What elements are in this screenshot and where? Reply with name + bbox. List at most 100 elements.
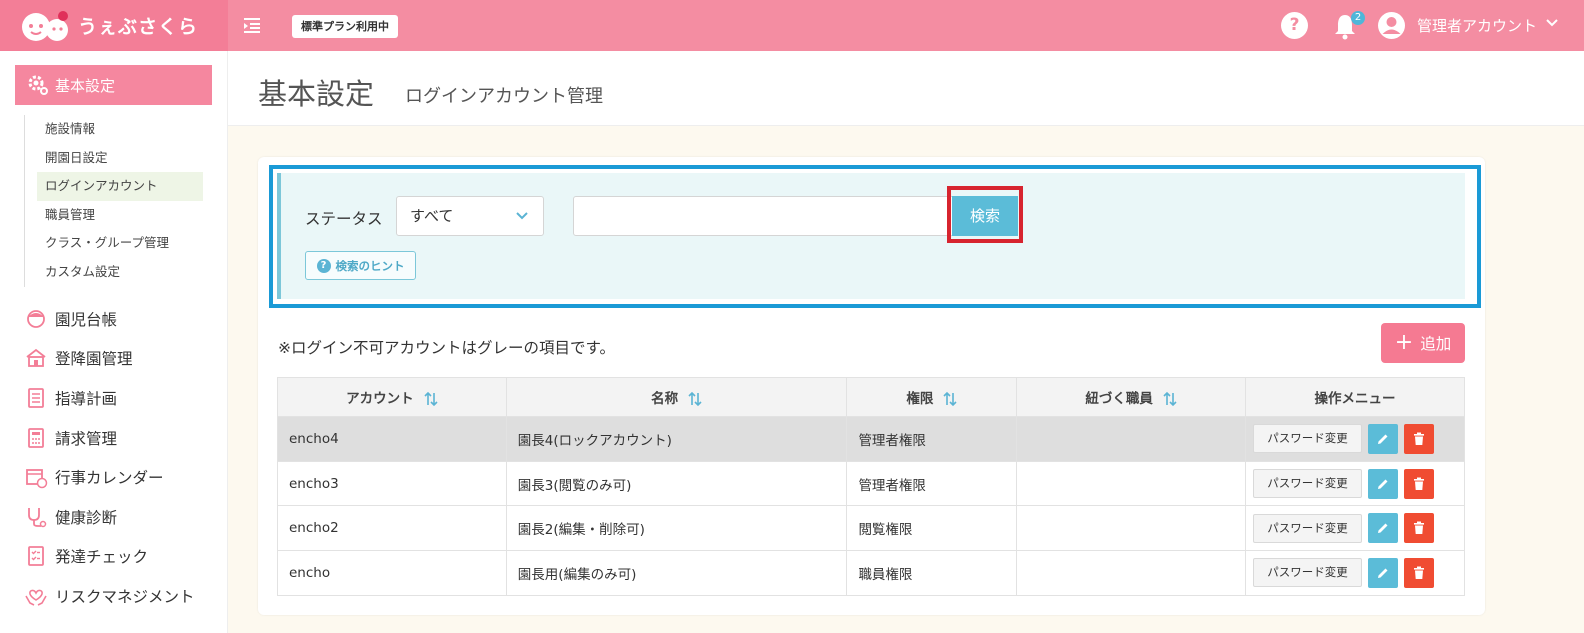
cell-account: encho4 — [277, 416, 507, 462]
change-password-button[interactable]: パスワード変更 — [1253, 424, 1363, 454]
child-icon — [27, 309, 45, 328]
sidebar-main-nav: 園児台帳 登降園管理 指導計画 請求管理 行事カレンダー 健康診断 発達チェック… — [24, 299, 224, 616]
checklist-icon — [28, 546, 44, 567]
edit-button[interactable] — [1368, 513, 1399, 544]
search-hint-label: 検索のヒント — [335, 258, 405, 273]
disabled-account-note: ※ログイン不可アカウントはグレーの項目です。 — [278, 339, 615, 357]
user-avatar-icon[interactable] — [1378, 12, 1405, 39]
cell-linked-staff — [1016, 505, 1247, 552]
sidebar-item-billing[interactable]: 請求管理 — [24, 418, 224, 458]
account-card: ステータス すべて 検索 ? 検索のヒント ※ログイン不可アカウントはグレーの項… — [258, 157, 1485, 615]
cell-role: 閲覧権限 — [846, 505, 1018, 552]
page-title-bar: 基本設定 ログインアカウント管理 — [228, 51, 1584, 126]
pencil-icon — [1378, 479, 1388, 489]
sidebar-item-basic-settings[interactable]: 基本設定 — [15, 65, 212, 105]
subnav-item-custom[interactable]: カスタム設定 — [25, 258, 204, 287]
subnav-item-login-account[interactable]: ログインアカウント — [37, 172, 203, 201]
user-menu-label[interactable]: 管理者アカウント — [1417, 15, 1537, 36]
pencil-icon — [1378, 434, 1388, 444]
edit-button[interactable] — [1368, 423, 1399, 454]
sidebar-item-guidance-plan[interactable]: 指導計画 — [24, 378, 224, 418]
delete-button[interactable] — [1404, 513, 1435, 544]
cell-name: 園長用(編集のみ可) — [505, 550, 848, 596]
status-select[interactable]: すべて — [396, 196, 544, 236]
cell-name: 園長4(ロックアカウント) — [505, 416, 848, 462]
sidebar-item-development-check[interactable]: 発達チェック — [24, 537, 224, 577]
cell-name: 園長3(閲覧のみ可) — [505, 460, 848, 507]
logo-mascot-icon — [22, 10, 68, 41]
column-header-label: 紐づく職員 — [1085, 391, 1153, 407]
search-hint-button[interactable]: ? 検索のヒント — [305, 251, 416, 280]
search-input[interactable] — [573, 196, 953, 236]
change-password-button[interactable]: パスワード変更 — [1253, 558, 1363, 588]
account-table: アカウント 名称 権限 紐づく職員 操作メニュー encho4 園長4(ロックア… — [277, 377, 1465, 596]
sort-icon[interactable] — [688, 391, 702, 407]
sidebar-item-label: 健康診断 — [55, 508, 118, 527]
sidebar-subnav: 施設情報 開園日設定 ログインアカウント 職員管理 クラス・グループ管理 カスタ… — [24, 115, 204, 287]
column-header-account[interactable]: アカウント — [277, 377, 507, 417]
plus-icon: + — [1394, 330, 1414, 355]
sort-icon[interactable] — [424, 391, 438, 407]
sidebar-item-label: 園児台帳 — [55, 310, 118, 329]
page-title: 基本設定 — [258, 77, 375, 111]
subnav-item-opening-days[interactable]: 開園日設定 — [25, 144, 204, 173]
sidebar-item-event-calendar[interactable]: 行事カレンダー — [24, 457, 224, 497]
search-panel — [277, 173, 1465, 299]
table-row: encho4 園長4(ロックアカウント) 管理者権限 パスワード変更 — [277, 416, 1465, 462]
subnav-item-class-group[interactable]: クラス・グループ管理 — [25, 229, 204, 258]
table-header-row: アカウント 名称 権限 紐づく職員 操作メニュー — [277, 377, 1465, 417]
sort-icon[interactable] — [943, 391, 957, 407]
logo[interactable]: うぇぶさくら — [0, 0, 228, 51]
menu-collapse-icon[interactable] — [242, 15, 262, 35]
help-icon[interactable]: ? — [1281, 12, 1308, 39]
sidebar-item-health-check[interactable]: 健康診断 — [24, 497, 224, 537]
sidebar-item-label: 請求管理 — [55, 429, 118, 448]
subnav-item-staff[interactable]: 職員管理 — [25, 201, 204, 230]
change-password-button[interactable]: パスワード変更 — [1253, 513, 1363, 543]
sort-icon[interactable] — [1163, 391, 1177, 407]
cell-name: 園長2(編集・削除可) — [505, 505, 848, 552]
cell-linked-staff — [1016, 416, 1247, 462]
sidebar-item-attendance[interactable]: 登降園管理 — [24, 339, 224, 379]
table-row: encho 園長用(編集のみ可) 職員権限 パスワード変更 — [277, 550, 1465, 596]
add-account-button[interactable]: + 追加 — [1381, 323, 1465, 363]
cell-account: encho — [277, 550, 507, 596]
sidebar-item-children-register[interactable]: 園児台帳 — [24, 299, 224, 339]
subnav-item-facility[interactable]: 施設情報 — [25, 115, 204, 144]
sidebar: 基本設定 施設情報 開園日設定 ログインアカウント 職員管理 クラス・グループ管… — [0, 51, 228, 633]
sidebar-item-label: 基本設定 — [55, 76, 116, 95]
edit-button[interactable] — [1368, 557, 1399, 588]
plan-badge: 標準プラン利用中 — [292, 15, 398, 38]
pencil-icon — [1378, 568, 1388, 578]
column-header-name[interactable]: 名称 — [505, 377, 848, 417]
column-header-linked-staff[interactable]: 紐づく職員 — [1016, 377, 1247, 417]
notebook-icon — [28, 388, 44, 408]
add-button-label: 追加 — [1420, 335, 1452, 353]
column-header-role[interactable]: 権限 — [846, 377, 1018, 417]
trash-icon — [1414, 432, 1425, 445]
sidebar-item-label: 行事カレンダー — [55, 469, 164, 488]
sidebar-item-label: 登降園管理 — [55, 350, 133, 369]
cell-role: 職員権限 — [846, 550, 1018, 596]
delete-button[interactable] — [1404, 557, 1435, 588]
logo-text: うぇぶさくら — [78, 16, 199, 38]
sidebar-item-risk-management[interactable]: リスクマネジメント — [24, 576, 224, 616]
school-icon — [26, 349, 46, 368]
chevron-down-icon — [516, 212, 528, 220]
sidebar-item-label: リスクマネジメント — [55, 587, 195, 606]
table-row: encho3 園長3(閲覧のみ可) 管理者権限 パスワード変更 — [277, 460, 1465, 507]
change-password-button[interactable]: パスワード変更 — [1253, 469, 1363, 499]
column-header-label: 名称 — [651, 391, 679, 407]
chevron-down-icon[interactable] — [1546, 17, 1558, 29]
cell-operations: パスワード変更 — [1245, 505, 1465, 552]
delete-button[interactable] — [1404, 468, 1435, 499]
column-header-label: 権限 — [906, 391, 934, 407]
notification-count-badge: 2 — [1351, 11, 1365, 25]
trash-icon — [1414, 477, 1425, 490]
cell-operations: パスワード変更 — [1245, 460, 1465, 507]
edit-button[interactable] — [1368, 468, 1399, 499]
column-header-label: アカウント — [346, 391, 414, 407]
search-button[interactable]: 検索 — [952, 196, 1018, 236]
delete-button[interactable] — [1404, 423, 1435, 454]
top-header: うぇぶさくら 標準プラン利用中 ? 2 管理者アカウント — [0, 0, 1584, 51]
